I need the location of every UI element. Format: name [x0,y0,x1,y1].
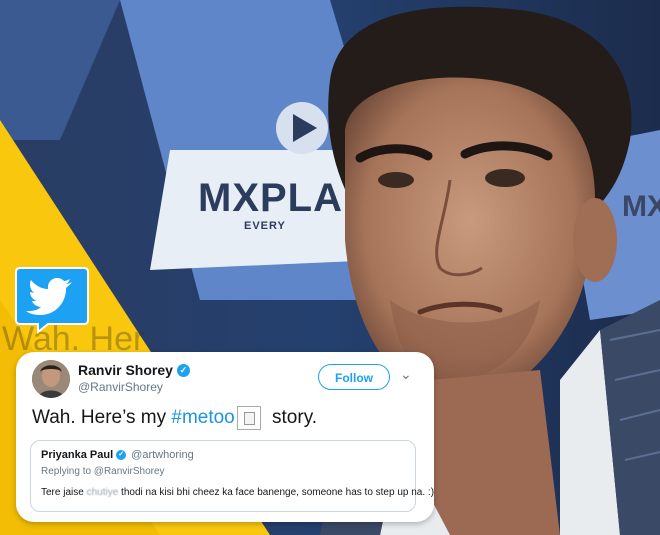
tweet-author-handle[interactable]: @RanvirShorey [78,380,163,394]
replying-to-text: Replying to @RanvirShorey [41,466,165,477]
verified-badge-icon: ✓ [176,363,190,377]
tweet-text-before: Wah. Here’s my [32,407,172,428]
quoted-author-name: Priyanka Paul [41,449,114,461]
broken-image-icon [236,406,261,430]
tweet-text-after: story. [266,407,318,428]
quoted-text-after: thodi na kisi bhi cheez ka face banenge,… [118,487,435,498]
follow-button[interactable]: Follow [318,364,390,390]
verified-badge-icon: ✓ [116,450,127,460]
quoted-author-handle: @artwhoring [131,449,194,461]
tweet-author-name[interactable]: Ranvir Shorey ✓ [78,362,190,378]
quoted-text-blurred: chutiye [86,487,119,498]
avatar[interactable] [32,360,70,398]
quoted-tweet[interactable]: Priyanka Paul ✓ @artwhoring Replying to … [30,440,434,512]
hashtag-link[interactable]: #metoo [171,407,234,429]
quoted-tweet-text: Tere jaise chutiye thodi na kisi bhi che… [41,487,434,498]
twitter-icon [14,264,90,335]
author-name-text: Ranvir Shorey [78,362,173,378]
quoted-author[interactable]: Priyanka Paul ✓ @artwhoring [41,449,194,461]
tweet-body: Wah. Here’s my #metoo story. [32,406,317,430]
banner-brand-subtext: EVERY [244,220,286,232]
quoted-text-before: Tere jaise [41,487,87,498]
banner-brand-text-right: MX [622,190,660,223]
banner-brand-text: MXPLA [198,176,343,220]
tweet-card[interactable]: Ranvir Shorey ✓ @RanvirShorey Follow ⌄ W… [16,352,434,522]
chevron-down-icon[interactable]: ⌄ [400,366,412,383]
